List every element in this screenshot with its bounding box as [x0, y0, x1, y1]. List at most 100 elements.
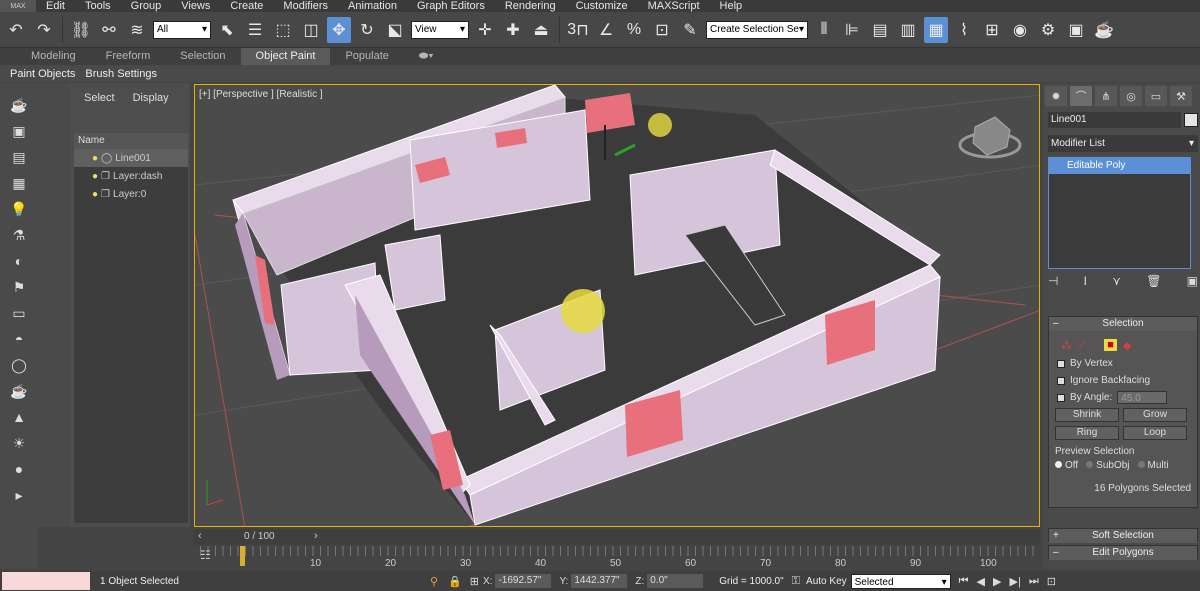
- rectangle-selection-icon[interactable]: ⬚: [271, 17, 295, 43]
- by-vertex-checkbox-row[interactable]: By Vertex: [1049, 355, 1197, 372]
- link-icon[interactable]: ⛓: [69, 17, 93, 43]
- menu-tools[interactable]: Tools: [75, 0, 121, 12]
- display-containers-icon[interactable]: ☕: [8, 381, 30, 401]
- display-groups-icon[interactable]: ⚑: [8, 277, 30, 297]
- pin-stack-icon[interactable]: ⊣: [1048, 274, 1058, 294]
- angle-field[interactable]: 45.0: [1117, 391, 1168, 404]
- go-to-start-icon[interactable]: ⏮: [959, 575, 969, 588]
- menu-customize[interactable]: Customize: [566, 0, 638, 12]
- grow-button[interactable]: Grow: [1123, 408, 1187, 422]
- named-selection-sets-dropdown[interactable]: Create Selection Se ▾: [706, 20, 808, 39]
- object-color-swatch[interactable]: [1184, 113, 1198, 127]
- chevron-right-icon[interactable]: ›: [314, 530, 318, 542]
- lightbulb-icon[interactable]: ●: [92, 171, 98, 182]
- schematic-view-icon[interactable]: ⊞: [980, 17, 1004, 43]
- shrink-button[interactable]: Shrink: [1055, 408, 1119, 422]
- menu-graph-editors[interactable]: Graph Editors: [407, 0, 495, 12]
- ignore-backfacing-checkbox[interactable]: [1057, 376, 1065, 385]
- explorer-tab-display[interactable]: Display: [133, 92, 169, 131]
- rendered-frame-window-icon[interactable]: ▣: [1064, 17, 1088, 43]
- tab-object-paint[interactable]: Object Paint: [240, 48, 331, 65]
- vertex-level-icon[interactable]: ⁂: [1061, 339, 1072, 352]
- select-manipulate-icon[interactable]: ✚: [501, 17, 525, 43]
- menu-animation[interactable]: Animation: [338, 0, 407, 12]
- edit-named-selection-icon[interactable]: ✎: [678, 17, 702, 43]
- menu-rendering[interactable]: Rendering: [495, 0, 566, 12]
- ribbon-options-icon[interactable]: ⬬▾: [404, 48, 449, 65]
- menu-modifiers[interactable]: Modifiers: [273, 0, 338, 12]
- layer-manager-icon[interactable]: ▥: [896, 17, 920, 43]
- sun-icon[interactable]: ☀: [8, 433, 30, 453]
- select-object-icon[interactable]: ⬉: [215, 17, 239, 43]
- app-logo[interactable]: MAX: [0, 0, 36, 12]
- explorer-tab-select[interactable]: Select: [84, 92, 115, 131]
- select-by-name-icon[interactable]: ☰: [243, 17, 267, 43]
- polygon-level-icon[interactable]: ■: [1104, 339, 1117, 351]
- layer-explorer-icon[interactable]: ▤: [868, 17, 892, 43]
- menu-views[interactable]: Views: [171, 0, 220, 12]
- display-frozen-icon[interactable]: ▲: [8, 407, 30, 427]
- spinner-snap-icon[interactable]: ⊡: [650, 17, 674, 43]
- display-xrefs-icon[interactable]: ▭: [8, 303, 30, 323]
- reference-coordinate-dropdown[interactable]: View ▾: [411, 20, 469, 39]
- modify-tab-icon[interactable]: ⌒: [1070, 86, 1092, 106]
- display-tab-icon[interactable]: ▭: [1145, 86, 1167, 106]
- next-frame-icon[interactable]: ▶|: [1009, 575, 1020, 588]
- viewport-label[interactable]: [+] [Perspective ] [Realistic ]: [199, 89, 323, 100]
- motion-tab-icon[interactable]: ◎: [1120, 86, 1142, 106]
- tab-modeling[interactable]: Modeling: [16, 48, 91, 65]
- isolate-selection-icon[interactable]: ⚲: [430, 575, 438, 588]
- add-time-tag-icon[interactable]: ⚿: [792, 575, 800, 588]
- pivot-center-icon[interactable]: ✛: [473, 17, 497, 43]
- expand-arrow-icon[interactable]: ▸: [8, 485, 30, 505]
- remove-modifier-icon[interactable]: 🗑: [1146, 274, 1161, 294]
- x-field[interactable]: -1692.57": [495, 574, 552, 588]
- menu-edit[interactable]: Edit: [36, 0, 75, 12]
- window-crossing-icon[interactable]: ◫: [299, 17, 323, 43]
- tab-populate[interactable]: Populate: [330, 48, 403, 65]
- display-bones-icon[interactable]: ◓: [8, 329, 30, 349]
- time-slider[interactable]: ‹ 0 / 100 ›: [194, 529, 1040, 545]
- preview-off-radio[interactable]: Off: [1055, 460, 1078, 471]
- select-move-icon[interactable]: ✥: [327, 16, 351, 43]
- border-level-icon[interactable]: ◌: [1092, 339, 1099, 351]
- curve-editor-icon[interactable]: ⌇: [952, 17, 976, 43]
- menu-maxscript[interactable]: MAXScript: [638, 0, 710, 12]
- tab-selection[interactable]: Selection: [165, 48, 240, 65]
- show-end-result-icon[interactable]: I: [1084, 274, 1087, 294]
- lightbulb-icon[interactable]: ●: [92, 189, 98, 200]
- object-name-field[interactable]: Line001: [1048, 112, 1181, 128]
- make-unique-icon[interactable]: ⋎: [1112, 274, 1121, 294]
- selection-lock-icon[interactable]: 🔒: [448, 575, 462, 588]
- edit-polygons-header[interactable]: – Edit Polygons: [1049, 546, 1197, 560]
- teapot-icon[interactable]: ☕: [8, 95, 30, 115]
- sphere-icon[interactable]: ●: [8, 459, 30, 479]
- list-item[interactable]: ● ❐ Layer:0: [74, 185, 188, 203]
- edit-polygons-rollout[interactable]: – Edit Polygons: [1048, 545, 1198, 560]
- material-editor-icon[interactable]: ◉: [1008, 17, 1032, 43]
- perspective-viewport[interactable]: [+] [Perspective ] [Realistic ]: [194, 84, 1040, 527]
- loop-button[interactable]: Loop: [1123, 426, 1187, 440]
- display-particles-icon[interactable]: ◯: [8, 355, 30, 375]
- display-geometry-icon[interactable]: ▣: [8, 121, 30, 141]
- soft-selection-rollout[interactable]: + Soft Selection: [1048, 528, 1198, 543]
- track-bar-toggle-icon[interactable]: ☷: [200, 548, 211, 562]
- auto-key-button[interactable]: Auto Key: [806, 576, 847, 587]
- angle-snap-icon[interactable]: ∠: [594, 17, 618, 43]
- keyboard-shortcut-icon[interactable]: ⏏: [529, 17, 553, 43]
- render-production-icon[interactable]: ☕: [1092, 17, 1116, 43]
- percent-snap-icon[interactable]: %: [622, 17, 646, 43]
- unlink-icon[interactable]: ⚯: [97, 17, 121, 43]
- selection-filter-dropdown[interactable]: All ▾: [153, 20, 211, 39]
- ignore-backfacing-checkbox-row[interactable]: Ignore Backfacing: [1049, 372, 1197, 389]
- y-field[interactable]: 1442.377": [571, 574, 628, 588]
- mirror-icon[interactable]: ⫴: [812, 17, 836, 43]
- ring-button[interactable]: Ring: [1055, 426, 1119, 440]
- select-scale-icon[interactable]: ⬕: [383, 17, 407, 43]
- zoom-extents-icon[interactable]: ⊡: [1047, 575, 1056, 588]
- time-cursor[interactable]: [240, 546, 245, 566]
- go-to-end-icon[interactable]: ⏭: [1029, 575, 1039, 588]
- list-item[interactable]: ● ◯ Line001: [74, 149, 188, 167]
- play-icon[interactable]: ▶: [993, 575, 1001, 588]
- absolute-mode-icon[interactable]: ⊞: [470, 575, 479, 588]
